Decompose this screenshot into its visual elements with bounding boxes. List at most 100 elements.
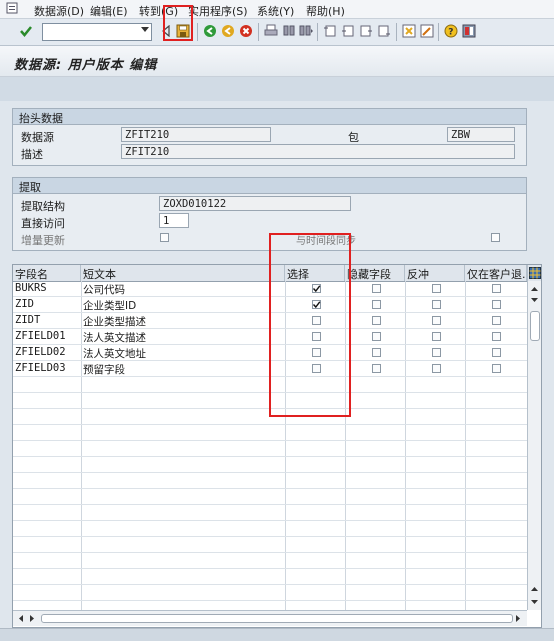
group-header: 提取	[13, 178, 526, 194]
cell-fieldname: ZFIELD01	[15, 330, 66, 342]
grid-row-line	[13, 584, 527, 585]
separator	[396, 23, 397, 41]
menu-bar: 数据源(D) 编辑(E) 转到(G) 实用程序(S) 系统(Y) 帮助(H)	[0, 0, 554, 19]
inversion-checkbox[interactable]	[432, 332, 441, 341]
col-header-shorttext[interactable]: 短文本	[81, 265, 285, 281]
scroll-thumb[interactable]	[530, 311, 540, 341]
cell-shorttext: 企业类型ID	[83, 300, 137, 312]
extract-structure-field[interactable]: ZOXD010122	[159, 196, 351, 211]
help-icon[interactable]: ?	[443, 23, 459, 39]
prev-page-icon[interactable]	[340, 23, 356, 39]
sync-checkbox[interactable]	[491, 233, 500, 242]
find-icon[interactable]	[281, 23, 297, 39]
menu-utilities[interactable]: 实用程序(S)	[188, 3, 248, 19]
hidden-field-checkbox[interactable]	[372, 364, 381, 373]
grid-row-line	[13, 504, 527, 505]
cell-fieldname: BUKRS	[15, 282, 47, 294]
hidden-field-checkbox[interactable]	[372, 332, 381, 341]
next-page-icon[interactable]	[358, 23, 374, 39]
inversion-checkbox[interactable]	[432, 284, 441, 293]
svg-text:?: ?	[448, 28, 453, 38]
cell-fieldname: ZFIELD02	[15, 346, 66, 358]
datasource-field[interactable]: ZFIT210	[121, 127, 271, 142]
package-label: 包	[348, 131, 359, 144]
customer-exit-checkbox[interactable]	[492, 332, 501, 341]
inversion-checkbox[interactable]	[432, 364, 441, 373]
vertical-scrollbar[interactable]	[527, 281, 541, 610]
cell-shorttext: 企业类型描述	[83, 316, 146, 328]
scroll-up-icon	[531, 587, 538, 591]
back-icon[interactable]	[202, 23, 218, 39]
delta-update-checkbox[interactable]	[160, 233, 169, 242]
description-field[interactable]: ZFIT210	[121, 144, 515, 159]
menu-edit[interactable]: 编辑(E)	[90, 3, 128, 19]
cell-fieldname: ZID	[15, 298, 34, 310]
col-header-hidden[interactable]: 隐藏字段	[345, 265, 405, 281]
separator	[258, 23, 259, 41]
package-field[interactable]: ZBW	[447, 127, 515, 142]
customer-exit-checkbox[interactable]	[492, 364, 501, 373]
direct-access-label: 直接访问	[21, 217, 65, 230]
layout-icon[interactable]	[461, 23, 477, 39]
menu-system[interactable]: 系统(Y)	[257, 3, 294, 19]
menu-icon[interactable]	[6, 2, 18, 14]
group-title: 抬头数据	[19, 112, 63, 125]
application-toolbar	[0, 77, 554, 101]
grid-row-line	[13, 520, 527, 521]
customer-exit-checkbox[interactable]	[492, 316, 501, 325]
menu-datasource[interactable]: 数据源(D)	[34, 3, 84, 19]
cell-fieldname: ZIDT	[15, 314, 41, 326]
status-bar	[0, 628, 554, 641]
find-next-icon[interactable]	[298, 23, 314, 39]
grid-row-line	[13, 552, 527, 553]
first-page-icon[interactable]	[322, 23, 338, 39]
horizontal-scrollbar[interactable]	[13, 610, 527, 626]
cancel-icon[interactable]	[238, 23, 254, 39]
print-icon[interactable]	[263, 23, 279, 39]
grid-row-line	[13, 536, 527, 537]
col-header-fieldname[interactable]: 字段名	[13, 265, 81, 281]
scroll-right-icon	[516, 615, 520, 622]
hidden-field-checkbox[interactable]	[372, 316, 381, 325]
hidden-field-checkbox[interactable]	[372, 284, 381, 293]
enter-icon[interactable]	[18, 23, 34, 39]
header-data-group: 抬头数据 数据源 ZFIT210 包 ZBW 描述 ZFIT210	[12, 108, 527, 166]
exit-icon[interactable]	[220, 23, 236, 39]
standard-toolbar: ?	[0, 5, 554, 46]
customer-exit-checkbox[interactable]	[492, 284, 501, 293]
group-title: 提取	[19, 181, 41, 194]
grid-row-line	[13, 600, 527, 601]
chevron-down-icon[interactable]	[141, 27, 149, 32]
grid-row-line	[13, 488, 527, 489]
description-label: 描述	[21, 148, 43, 161]
customer-exit-checkbox[interactable]	[492, 300, 501, 309]
shortcut-icon[interactable]	[419, 23, 435, 39]
cell-shorttext: 预留字段	[83, 364, 125, 376]
col-header-inversion[interactable]: 反冲	[405, 265, 465, 281]
cell-shorttext: 公司代码	[83, 284, 125, 296]
screen-title-bar: 数据源: 用户版本 编辑	[0, 46, 554, 77]
direct-access-field[interactable]: 1	[159, 213, 189, 228]
separator	[317, 23, 318, 41]
scroll-down-icon	[531, 600, 538, 604]
last-page-icon[interactable]	[376, 23, 392, 39]
cell-shorttext: 法人英文地址	[83, 348, 146, 360]
customer-exit-checkbox[interactable]	[492, 348, 501, 357]
grid-row-line	[13, 440, 527, 441]
inversion-checkbox[interactable]	[432, 348, 441, 357]
cell-shorttext: 法人英文描述	[83, 332, 146, 344]
scroll-thumb[interactable]	[41, 614, 513, 623]
create-session-icon[interactable]	[401, 23, 417, 39]
table-settings-icon[interactable]	[527, 265, 541, 281]
hidden-field-checkbox[interactable]	[372, 348, 381, 357]
menu-help[interactable]: 帮助(H)	[306, 3, 345, 19]
hidden-field-checkbox[interactable]	[372, 300, 381, 309]
inversion-checkbox[interactable]	[432, 300, 441, 309]
inversion-checkbox[interactable]	[432, 316, 441, 325]
grid-row-line	[13, 424, 527, 425]
annotation-box-select-column	[269, 233, 351, 417]
col-header-customer-exit[interactable]: 仅在客户退...	[465, 265, 527, 281]
delta-update-label: 增量更新	[21, 234, 65, 247]
scroll-right-icon	[30, 615, 34, 622]
command-field[interactable]	[42, 23, 152, 41]
